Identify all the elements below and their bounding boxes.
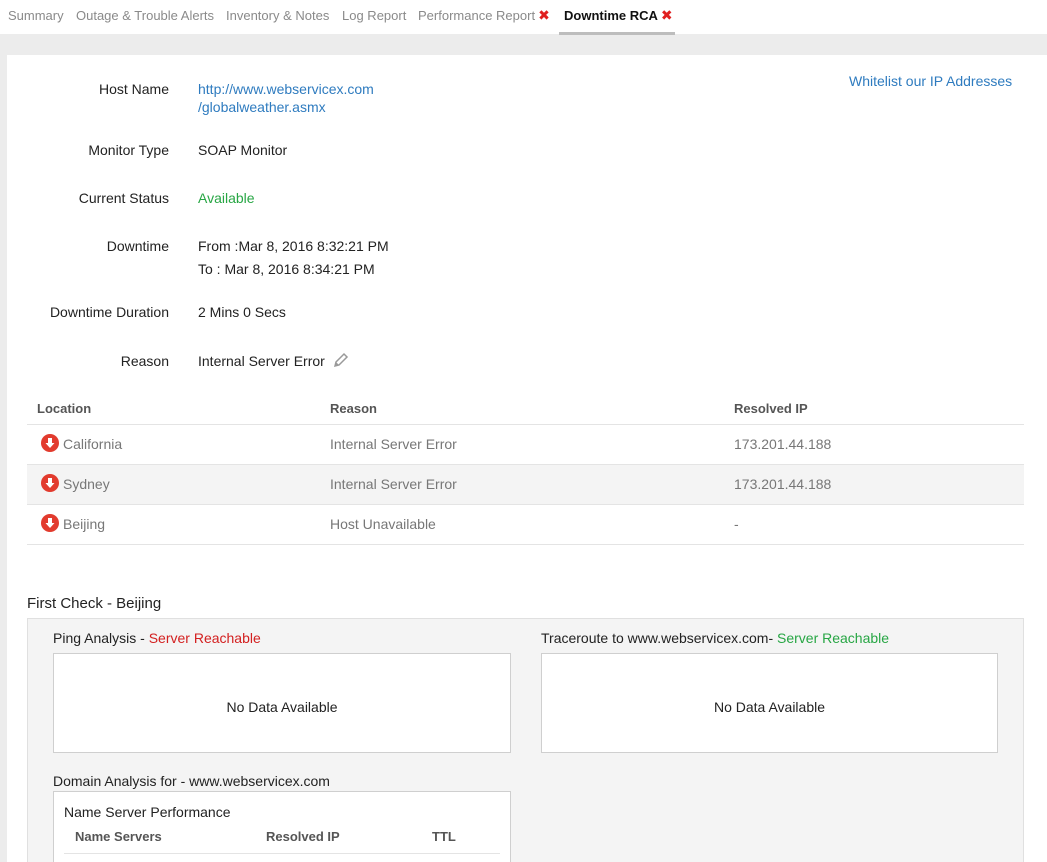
active-tab-indicator [559, 32, 675, 35]
location-table: Location Reason Resolved IP California I… [27, 393, 1024, 545]
header-reason: Reason [330, 401, 377, 416]
ping-analysis-box: No Data Available [53, 653, 511, 753]
down-arrow-icon [41, 514, 59, 532]
tab-performance-label: Performance Report [418, 8, 536, 23]
header-name-servers: Name Servers [75, 829, 162, 844]
reason-cell: Host Unavailable [330, 516, 436, 532]
downtime-to: To : Mar 8, 2016 8:34:21 PM [198, 261, 375, 277]
downtime-duration-value: 2 Mins 0 Secs [198, 304, 286, 320]
table-row: Beijing Host Unavailable - [27, 505, 1024, 545]
down-arrow-icon [41, 474, 59, 492]
name-server-performance-title: Name Server Performance [64, 804, 231, 820]
down-arrow-icon [41, 434, 59, 452]
downtime-duration-label: Downtime Duration [49, 304, 169, 320]
tab-downtime-rca[interactable]: Downtime RCA ✖ [564, 0, 673, 34]
traceroute-title: Traceroute to www.webservicex.com- Serve… [541, 630, 889, 646]
host-name-link[interactable]: http://www.webservicex.com /globalweathe… [198, 81, 374, 115]
traceroute-no-data: No Data Available [713, 699, 826, 715]
ping-analysis-label: Ping Analysis - [53, 630, 149, 646]
location-cell: Beijing [63, 516, 106, 532]
table-header: Location Reason Resolved IP [27, 393, 1024, 425]
domain-analysis-title: Domain Analysis for - www.webservicex.co… [53, 773, 330, 789]
traceroute-label: Traceroute to www.webservicex.com- [541, 630, 777, 646]
tab-log-label: Log Report [342, 8, 407, 23]
ping-analysis-title: Ping Analysis - Server Reachable [53, 630, 261, 646]
tab-outage-trouble-alerts[interactable]: Outage & Trouble Alerts [76, 0, 214, 34]
host-name-line1: http://www.webservicex.com [198, 81, 374, 97]
reason-value: Internal Server Error [198, 353, 325, 369]
ip-cell: - [734, 516, 739, 532]
tab-outage-label: Outage & Trouble Alerts [76, 8, 215, 23]
reason-label: Reason [120, 353, 169, 369]
location-cell: California [63, 436, 123, 452]
table-row: Sydney Internal Server Error 173.201.44.… [27, 465, 1024, 505]
tab-summary-label: Summary [8, 8, 64, 23]
downtime-range: From :Mar 8, 2016 8:32:21 PM To : Mar 8,… [198, 238, 389, 277]
header-location: Location [37, 401, 92, 416]
header-resolved-ip: Resolved IP [734, 401, 808, 416]
downtime-label: Downtime [106, 238, 169, 254]
tab-performance-report[interactable]: Performance Report ✖ [418, 0, 550, 34]
traceroute-box: No Data Available [541, 653, 998, 753]
close-icon[interactable]: ✖ [661, 8, 673, 22]
tab-log-report[interactable]: Log Report [342, 0, 406, 34]
monitor-type-value: SOAP Monitor [198, 142, 288, 158]
host-name-label: Host Name [98, 81, 169, 97]
tab-inventory-notes[interactable]: Inventory & Notes [226, 0, 329, 34]
location-cell: Sydney [63, 476, 110, 492]
ns-divider [64, 853, 500, 854]
reason-cell: Internal Server Error [330, 436, 457, 452]
tab-bar: Summary Outage & Trouble Alerts Inventor… [0, 0, 1047, 35]
ping-no-data: No Data Available [226, 699, 338, 715]
ping-status: Server Reachable [148, 630, 261, 646]
current-status-label: Current Status [78, 190, 169, 206]
ip-cell: 173.201.44.188 [734, 476, 832, 492]
downtime-from: From :Mar 8, 2016 8:32:21 PM [198, 238, 389, 254]
tab-inventory-label: Inventory & Notes [226, 8, 330, 23]
current-status-value: Available [198, 190, 255, 206]
host-name-line2: /globalweather.asmx [198, 99, 326, 115]
header-ns-resolved-ip: Resolved IP [266, 829, 340, 844]
ip-cell: 173.201.44.188 [734, 436, 832, 452]
traceroute-status: Server Reachable [777, 630, 890, 646]
monitor-type-label: Monitor Type [88, 142, 169, 158]
close-icon[interactable]: ✖ [538, 8, 550, 22]
first-check-title: First Check - Beijing [27, 595, 162, 612]
reason-cell: Internal Server Error [330, 476, 457, 492]
tab-summary[interactable]: Summary [8, 0, 64, 34]
header-ttl: TTL [432, 829, 456, 844]
table-row: California Internal Server Error 173.201… [27, 425, 1024, 465]
tab-downtime-label: Downtime RCA [564, 8, 658, 23]
name-server-performance-box: Name Server Performance Name Servers Res… [53, 791, 511, 862]
whitelist-ip-link[interactable]: Whitelist our IP Addresses [849, 73, 1012, 89]
pencil-edit-icon[interactable] [333, 352, 349, 368]
